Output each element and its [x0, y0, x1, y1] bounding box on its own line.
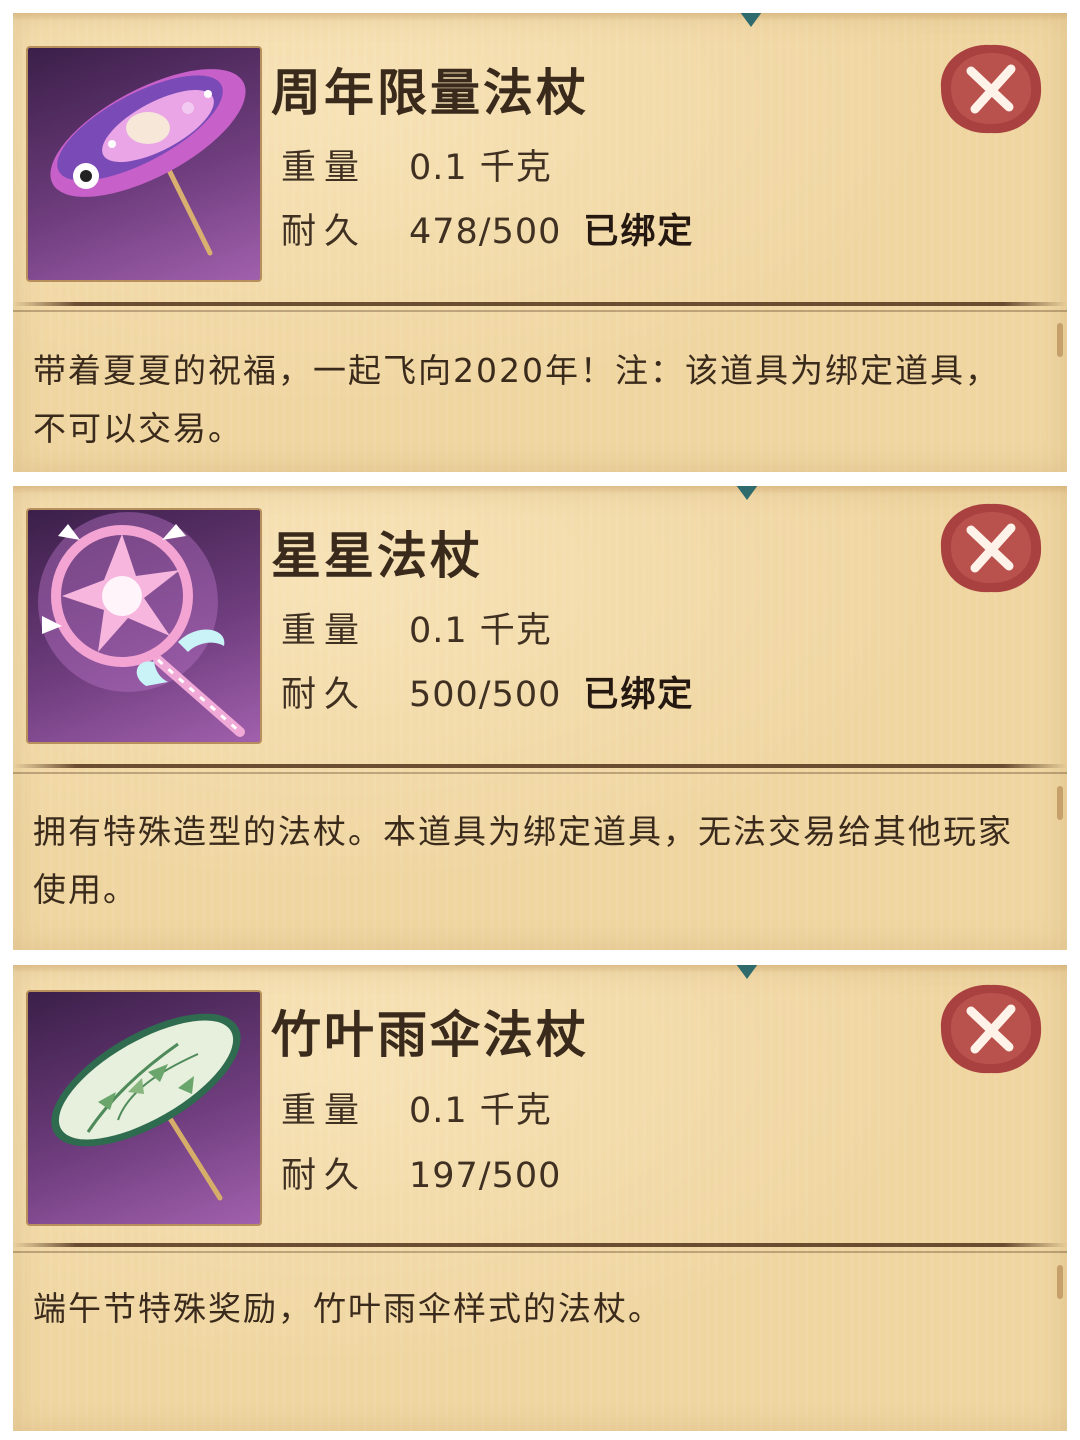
section-divider-thin — [13, 310, 1067, 312]
durability-label: 耐久 — [281, 675, 368, 715]
durability-value: 500/500 — [409, 675, 562, 715]
pointer-notch — [736, 965, 758, 979]
durability-label: 耐久 — [281, 212, 368, 252]
item-name: 竹叶雨伞法杖 — [271, 1006, 589, 1064]
panel-top-border — [13, 486, 1067, 494]
star-wand-icon — [38, 512, 245, 737]
item-tooltip-star-staff: 星星法杖 重量 0.1 千克 耐久 500/500 已绑定 拥有特殊造型的法杖。本道具… — [13, 486, 1067, 950]
weight-label: 重量 — [281, 611, 368, 651]
close-button[interactable] — [937, 500, 1045, 596]
weight-row: 重量 0.1 千克 — [281, 139, 552, 190]
close-seal-icon — [940, 984, 1042, 1074]
scroll-mark — [1057, 1265, 1063, 1299]
scroll-mark — [1057, 323, 1063, 357]
panel-top-border — [13, 965, 1067, 973]
durability-value: 478/500 — [409, 212, 562, 252]
weight-row: 重量 0.1 千克 — [281, 602, 552, 653]
weight-value: 0.1 千克 — [409, 148, 552, 188]
bound-status: 已绑定 — [583, 675, 695, 715]
close-seal-icon — [940, 503, 1042, 593]
section-divider — [13, 1243, 1067, 1247]
pointer-notch — [740, 13, 762, 27]
durability-value: 197/500 — [409, 1156, 562, 1196]
item-name: 周年限量法杖 — [271, 64, 589, 122]
section-divider — [13, 764, 1067, 768]
weight-label: 重量 — [281, 148, 368, 188]
close-button[interactable] — [937, 41, 1045, 137]
bamboo-umbrella-staff-icon — [51, 1013, 241, 1201]
durability-row: 耐久 500/500 已绑定 — [281, 666, 694, 717]
item-icon-frame — [26, 508, 262, 744]
durability-label: 耐久 — [281, 1156, 368, 1196]
pointer-notch — [736, 486, 758, 500]
weight-value: 0.1 千克 — [409, 611, 552, 651]
durability-row: 耐久 197/500 — [281, 1147, 583, 1198]
item-description: 端午节特殊奖励，竹叶雨伞样式的法杖。 — [33, 1289, 663, 1328]
close-seal-icon — [940, 44, 1042, 134]
item-name: 星星法杖 — [271, 527, 483, 585]
item-description: 拥有特殊造型的法杖。本道具为绑定道具，无法交易给其他玩家使用。 — [33, 812, 1013, 909]
weight-value: 0.1 千克 — [409, 1091, 552, 1131]
panel-top-border — [13, 13, 1067, 21]
close-button[interactable] — [937, 981, 1045, 1077]
item-description: 带着夏夏的祝福，一起飞向2020年！注：该道具为绑定道具，不可以交易。 — [33, 351, 1000, 448]
item-tooltip-anniversary-staff: 周年限量法杖 重量 0.1 千克 耐久 478/500 已绑定 带着夏夏的祝福，一起飞… — [13, 13, 1067, 472]
section-divider-thin — [13, 1251, 1067, 1253]
item-icon-frame — [26, 46, 262, 282]
weight-label: 重量 — [281, 1091, 368, 1131]
section-divider — [13, 302, 1067, 306]
bound-status: 已绑定 — [583, 212, 695, 252]
parasol-staff-icon — [50, 69, 246, 256]
item-icon-frame — [26, 990, 262, 1226]
section-divider-thin — [13, 772, 1067, 774]
durability-row: 耐久 478/500 已绑定 — [281, 203, 694, 254]
scroll-mark — [1057, 786, 1063, 820]
weight-row: 重量 0.1 千克 — [281, 1082, 552, 1133]
item-tooltip-bamboo-umbrella-staff: 竹叶雨伞法杖 重量 0.1 千克 耐久 197/500 端午节特殊奖励，竹叶雨伞样式… — [13, 965, 1067, 1431]
